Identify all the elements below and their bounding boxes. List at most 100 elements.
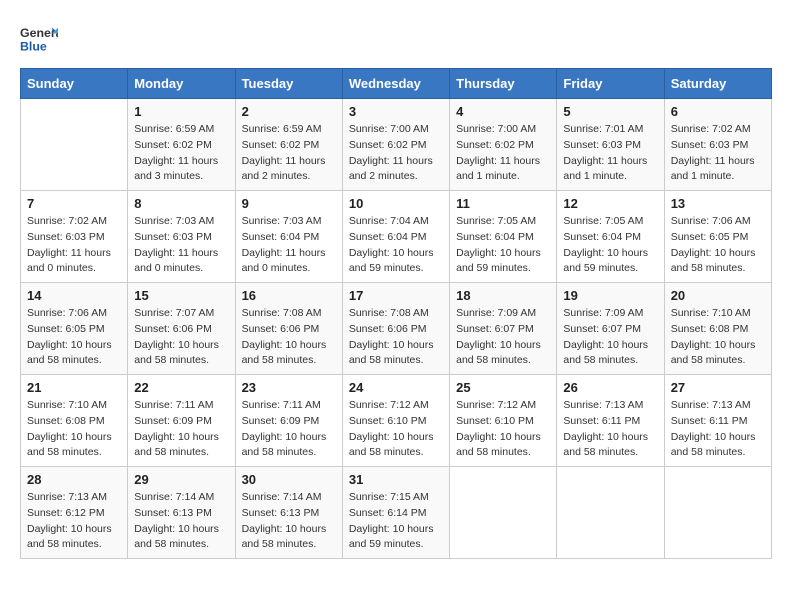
day-info: Sunrise: 7:15 AM Sunset: 6:14 PM Dayligh…: [349, 490, 443, 553]
day-info: Sunrise: 7:13 AM Sunset: 6:11 PM Dayligh…: [563, 398, 657, 461]
calendar-cell: 10Sunrise: 7:04 AM Sunset: 6:04 PM Dayli…: [342, 191, 449, 283]
calendar-week-row: 1 Sunrise: 6:59 AM Sunset: 6:02 PM Daylig…: [21, 99, 772, 191]
day-number: 16: [242, 288, 336, 303]
day-info: Sunrise: 7:12 AM Sunset: 6:10 PM Dayligh…: [349, 398, 443, 461]
day-number: 14: [27, 288, 121, 303]
day-number: 13: [671, 196, 765, 211]
day-number: 1: [134, 104, 228, 119]
day-number: 22: [134, 380, 228, 395]
svg-text:Blue: Blue: [20, 39, 47, 53]
day-number: 17: [349, 288, 443, 303]
day-info: Sunrise: 7:10 AM Sunset: 6:08 PM Dayligh…: [671, 306, 765, 369]
day-number: 11: [456, 196, 550, 211]
page-header: General Blue: [20, 20, 772, 58]
calendar-cell: 24 Sunrise: 7:12 AM Sunset: 6:10 PM Dayli…: [342, 375, 449, 467]
calendar-cell: 6 Sunrise: 7:02 AM Sunset: 6:03 PM Daylig…: [664, 99, 771, 191]
day-number: 12: [563, 196, 657, 211]
calendar-cell: 27 Sunrise: 7:13 AM Sunset: 6:11 PM Dayli…: [664, 375, 771, 467]
day-number: 19: [563, 288, 657, 303]
calendar-cell: 28Sunrise: 7:13 AM Sunset: 6:12 PM Dayli…: [21, 467, 128, 559]
calendar-cell: 12 Sunrise: 7:05 AM Sunset: 6:04 PM Dayli…: [557, 191, 664, 283]
day-number: 3: [349, 104, 443, 119]
calendar-cell: 23 Sunrise: 7:11 AM Sunset: 6:09 PM Dayli…: [235, 375, 342, 467]
calendar-cell: 1Sunrise: 6:59 AM Sunset: 6:02 PM Daylig…: [128, 99, 235, 191]
day-number: 27: [671, 380, 765, 395]
day-info: Sunrise: 7:00 AM Sunset: 6:02 PM Dayligh…: [349, 122, 443, 185]
calendar-cell: 31 Sunrise: 7:15 AM Sunset: 6:14 PM Dayli…: [342, 467, 449, 559]
calendar-cell: 2 Sunrise: 6:59 AM Sunset: 6:02 PM Daylig…: [235, 99, 342, 191]
calendar-cell: 8 Sunrise: 7:03 AM Sunset: 6:03 PM Daylig…: [128, 191, 235, 283]
day-number: 23: [242, 380, 336, 395]
day-info: Sunrise: 6:59 AM Sunset: 6:02 PM Dayligh…: [242, 122, 336, 185]
day-info: Sunrise: 7:08 AM Sunset: 6:06 PM Dayligh…: [349, 306, 443, 369]
day-info: Sunrise: 7:00 AM Sunset: 6:02 PM Dayligh…: [456, 122, 550, 185]
day-info: Sunrise: 7:05 AM Sunset: 6:04 PM Dayligh…: [563, 214, 657, 277]
calendar-cell: 16 Sunrise: 7:08 AM Sunset: 6:06 PM Dayli…: [235, 283, 342, 375]
day-number: 30: [242, 472, 336, 487]
day-info: Sunrise: 7:14 AM Sunset: 6:13 PM Dayligh…: [242, 490, 336, 553]
day-info: Sunrise: 7:09 AM Sunset: 6:07 PM Dayligh…: [563, 306, 657, 369]
day-info: Sunrise: 7:13 AM Sunset: 6:11 PM Dayligh…: [671, 398, 765, 461]
weekday-header-thursday: Thursday: [450, 69, 557, 99]
calendar-cell: 20 Sunrise: 7:10 AM Sunset: 6:08 PM Dayli…: [664, 283, 771, 375]
day-number: 2: [242, 104, 336, 119]
day-info: Sunrise: 7:01 AM Sunset: 6:03 PM Dayligh…: [563, 122, 657, 185]
day-info: Sunrise: 7:06 AM Sunset: 6:05 PM Dayligh…: [671, 214, 765, 277]
weekday-header-tuesday: Tuesday: [235, 69, 342, 99]
day-number: 21: [27, 380, 121, 395]
day-info: Sunrise: 7:03 AM Sunset: 6:04 PM Dayligh…: [242, 214, 336, 277]
calendar-cell: 11Sunrise: 7:05 AM Sunset: 6:04 PM Dayli…: [450, 191, 557, 283]
calendar-cell: 26Sunrise: 7:13 AM Sunset: 6:11 PM Dayli…: [557, 375, 664, 467]
logo: General Blue: [20, 20, 62, 58]
weekday-header-saturday: Saturday: [664, 69, 771, 99]
calendar-cell: 30 Sunrise: 7:14 AM Sunset: 6:13 PM Dayli…: [235, 467, 342, 559]
calendar-week-row: 7Sunrise: 7:02 AM Sunset: 6:03 PM Daylig…: [21, 191, 772, 283]
calendar-cell: 29 Sunrise: 7:14 AM Sunset: 6:13 PM Dayli…: [128, 467, 235, 559]
day-info: Sunrise: 7:02 AM Sunset: 6:03 PM Dayligh…: [671, 122, 765, 185]
weekday-header-sunday: Sunday: [21, 69, 128, 99]
day-number: 4: [456, 104, 550, 119]
weekday-header-friday: Friday: [557, 69, 664, 99]
calendar-cell: [21, 99, 128, 191]
day-info: Sunrise: 7:09 AM Sunset: 6:07 PM Dayligh…: [456, 306, 550, 369]
logo-icon: General Blue: [20, 20, 58, 58]
calendar-week-row: 28Sunrise: 7:13 AM Sunset: 6:12 PM Dayli…: [21, 467, 772, 559]
calendar-cell: 25 Sunrise: 7:12 AM Sunset: 6:10 PM Dayli…: [450, 375, 557, 467]
calendar-cell: 9Sunrise: 7:03 AM Sunset: 6:04 PM Daylig…: [235, 191, 342, 283]
calendar-cell: [557, 467, 664, 559]
day-info: Sunrise: 7:11 AM Sunset: 6:09 PM Dayligh…: [242, 398, 336, 461]
day-number: 29: [134, 472, 228, 487]
calendar-cell: 21 Sunrise: 7:10 AM Sunset: 6:08 PM Dayli…: [21, 375, 128, 467]
day-info: Sunrise: 7:06 AM Sunset: 6:05 PM Dayligh…: [27, 306, 121, 369]
calendar-cell: 4 Sunrise: 7:00 AM Sunset: 6:02 PM Daylig…: [450, 99, 557, 191]
calendar-week-row: 14 Sunrise: 7:06 AM Sunset: 6:05 PM Dayli…: [21, 283, 772, 375]
day-info: Sunrise: 7:12 AM Sunset: 6:10 PM Dayligh…: [456, 398, 550, 461]
day-number: 8: [134, 196, 228, 211]
day-number: 25: [456, 380, 550, 395]
day-info: Sunrise: 7:10 AM Sunset: 6:08 PM Dayligh…: [27, 398, 121, 461]
day-info: Sunrise: 7:14 AM Sunset: 6:13 PM Dayligh…: [134, 490, 228, 553]
calendar-cell: [664, 467, 771, 559]
day-number: 18: [456, 288, 550, 303]
calendar-cell: [450, 467, 557, 559]
day-number: 6: [671, 104, 765, 119]
day-number: 24: [349, 380, 443, 395]
day-number: 20: [671, 288, 765, 303]
calendar-cell: 18 Sunrise: 7:09 AM Sunset: 6:07 PM Dayli…: [450, 283, 557, 375]
day-number: 31: [349, 472, 443, 487]
calendar-cell: 7Sunrise: 7:02 AM Sunset: 6:03 PM Daylig…: [21, 191, 128, 283]
day-number: 5: [563, 104, 657, 119]
day-info: Sunrise: 7:11 AM Sunset: 6:09 PM Dayligh…: [134, 398, 228, 461]
calendar-cell: 14 Sunrise: 7:06 AM Sunset: 6:05 PM Dayli…: [21, 283, 128, 375]
weekday-header-row: SundayMondayTuesdayWednesdayThursdayFrid…: [21, 69, 772, 99]
day-info: Sunrise: 7:02 AM Sunset: 6:03 PM Dayligh…: [27, 214, 121, 277]
day-number: 15: [134, 288, 228, 303]
calendar-cell: 22 Sunrise: 7:11 AM Sunset: 6:09 PM Dayli…: [128, 375, 235, 467]
day-info: Sunrise: 7:08 AM Sunset: 6:06 PM Dayligh…: [242, 306, 336, 369]
calendar-cell: 19 Sunrise: 7:09 AM Sunset: 6:07 PM Dayli…: [557, 283, 664, 375]
day-info: Sunrise: 7:03 AM Sunset: 6:03 PM Dayligh…: [134, 214, 228, 277]
calendar-cell: 3 Sunrise: 7:00 AM Sunset: 6:02 PM Daylig…: [342, 99, 449, 191]
calendar-cell: 13 Sunrise: 7:06 AM Sunset: 6:05 PM Dayli…: [664, 191, 771, 283]
day-info: Sunrise: 7:07 AM Sunset: 6:06 PM Dayligh…: [134, 306, 228, 369]
weekday-header-wednesday: Wednesday: [342, 69, 449, 99]
